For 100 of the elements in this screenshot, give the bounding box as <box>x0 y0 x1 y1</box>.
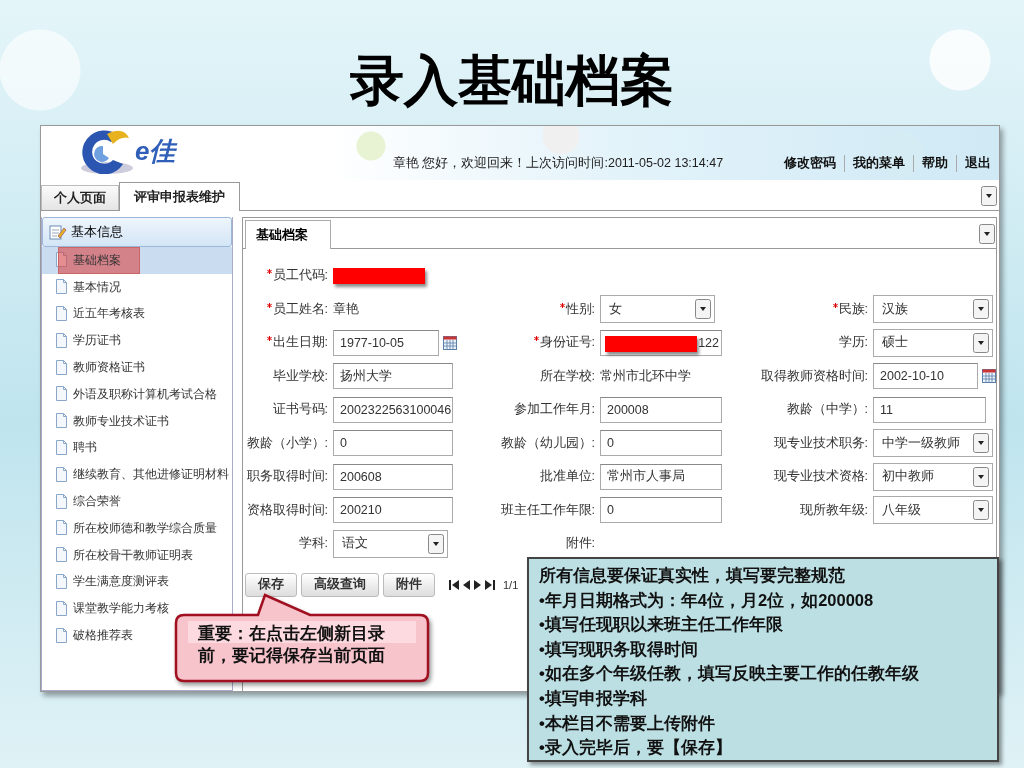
document-icon <box>55 252 68 269</box>
sidebar-header[interactable]: 基本信息 <box>42 217 232 247</box>
notepad-icon <box>49 224 67 240</box>
sidebar-item-text: 教师专业技术证书 <box>73 412 169 430</box>
input-field[interactable]: 200008 <box>600 396 722 423</box>
document-icon <box>55 279 68 296</box>
sidebar-item[interactable]: 外语及职称计算机考试合格 <box>42 381 232 408</box>
field-label: 所在学校: <box>539 367 595 385</box>
welcome-text: 章艳 您好，欢迎回来！上次访问时间:2011-05-02 13:14:47 <box>393 155 725 172</box>
tab[interactable]: 评审申报表维护 <box>119 182 240 211</box>
document-icon <box>55 439 68 456</box>
note-bullet: •填写任现职以来班主任工作年限 <box>539 614 784 636</box>
input-field[interactable]: 0 <box>600 430 722 457</box>
field-label: 现所教年级: <box>799 501 868 519</box>
header-link[interactable]: 帮助 <box>913 155 956 172</box>
first-page-icon[interactable] <box>449 578 459 591</box>
field-label: 证书号码: <box>272 401 328 419</box>
tab[interactable]: 个人页面 <box>41 185 119 210</box>
sidebar-item-text: 基本情况 <box>73 278 121 296</box>
field-label: 员工代码: <box>272 267 328 285</box>
sidebar-item-text: 课堂教学能力考核 <box>73 600 169 618</box>
sidebar-item-text: 学历证书 <box>73 332 121 350</box>
header-link[interactable]: 退出 <box>956 155 999 172</box>
header-link[interactable]: 我的菜单 <box>844 155 913 172</box>
dropdown-value: 汉族 <box>882 300 908 318</box>
dropdown-value: 初中教师 <box>882 468 934 486</box>
sidebar-item[interactable]: 课堂教学能力考核 <box>42 595 232 623</box>
document-icon <box>55 573 68 590</box>
sidebar-item[interactable]: 基础档案 <box>42 247 232 274</box>
sidebar-item[interactable]: 基本情况 <box>42 273 232 301</box>
sidebar-item-text: 所在校骨干教师证明表 <box>73 546 193 564</box>
dropdown-field[interactable]: 八年级 <box>873 496 993 525</box>
sidebar-item-text: 学生满意度测评表 <box>73 573 169 591</box>
sidebar-item[interactable]: 聘书 <box>42 434 232 462</box>
field-label: 学历: <box>838 334 868 352</box>
tab[interactable]: 基础档案 <box>245 220 331 249</box>
input-field[interactable]: 0 <box>600 497 722 524</box>
sidebar-item[interactable]: 学历证书 <box>42 327 232 355</box>
dropdown-field[interactable]: 语文 <box>333 529 448 558</box>
document-icon <box>55 520 68 537</box>
input-field[interactable]: 11 <box>873 396 986 423</box>
document-icon <box>55 386 68 403</box>
date-field[interactable]: 2002-10-10 <box>873 363 978 390</box>
sidebar-item[interactable]: 教师专业技术证书 <box>42 407 232 435</box>
dropdown-field[interactable]: 中学一级教师 <box>873 429 993 458</box>
note-bullet: •填写现职务取得时间 <box>539 638 699 660</box>
dropdown-field[interactable]: 汉族 <box>873 295 993 324</box>
input-field[interactable]: 200210 <box>333 497 453 524</box>
field-value: 章艳 <box>333 300 359 318</box>
field-label: 性别: <box>565 300 595 318</box>
field-label: 教龄（中学）: <box>786 401 868 419</box>
document-icon <box>55 466 68 483</box>
sidebar-item-text: 外语及职称计算机考试合格 <box>73 385 217 403</box>
document-icon <box>55 547 68 564</box>
logo-text: e佳 <box>135 134 176 168</box>
document-icon <box>55 493 68 510</box>
dropdown-field[interactable]: 硕士 <box>873 328 993 357</box>
sidebar-item-text: 所在校师德和教学综合质量 <box>73 519 217 537</box>
date-field[interactable]: 1977-10-05 <box>333 329 439 356</box>
sidebar-item-text: 综合荣誉 <box>73 493 121 511</box>
dropdown-value: 硕士 <box>882 334 908 352</box>
next-page-icon[interactable] <box>473 578 483 591</box>
previous-page-icon[interactable] <box>461 578 471 591</box>
toolbar-button[interactable]: 高级查询 <box>301 572 379 597</box>
toolbar-button[interactable]: 附件 <box>383 572 435 597</box>
page-indicator: 1/1 <box>503 578 519 591</box>
input-field[interactable]: 200608 <box>333 463 453 490</box>
input-field[interactable]: 常州市人事局 <box>600 463 722 490</box>
field-label: 学科: <box>298 535 328 553</box>
dropdown-field[interactable]: 初中教师 <box>873 462 993 491</box>
note-bullet: •录入完毕后，要【保存】 <box>539 737 733 759</box>
field-label: 批准单位: <box>539 468 595 486</box>
sidebar-item[interactable]: 学生满意度测评表 <box>42 568 232 596</box>
last-page-icon[interactable] <box>485 578 495 591</box>
header-link[interactable]: 修改密码 <box>776 155 844 172</box>
sidebar-item-text: 破格推荐表 <box>73 627 133 645</box>
sidebar-item[interactable]: 所在校师德和教学综合质量 <box>42 514 232 542</box>
note-bullet: •年月日期格式为：年4位，月2位，如200008 <box>539 589 875 611</box>
calendar-icon[interactable] <box>443 335 457 350</box>
calendar-icon[interactable] <box>982 369 996 384</box>
toolbar-button[interactable]: 保存 <box>245 572 297 597</box>
note-bullet: •本栏目不需要上传附件 <box>539 712 716 734</box>
sidebar-item[interactable]: 教师资格证书 <box>42 354 232 381</box>
dropdown-value: 语文 <box>342 535 368 553</box>
sidebar-item[interactable]: 所在校骨干教师证明表 <box>42 541 232 569</box>
field-label: 附件: <box>565 535 595 553</box>
input-field[interactable]: 2002322563100046 <box>333 396 453 423</box>
field-value: 常州市北环中学 <box>600 367 691 385</box>
sidebar-item-text: 教师资格证书 <box>73 359 145 377</box>
sidebar-item[interactable]: 综合荣誉 <box>42 488 232 515</box>
sidebar-item[interactable]: 近五年考核表 <box>42 300 232 328</box>
field-label: 教龄（小学）: <box>246 434 328 452</box>
field-label: 取得教师资格时间: <box>760 367 868 385</box>
dropdown-field[interactable]: 女 <box>600 295 715 324</box>
input-field[interactable]: 扬州大学 <box>333 363 453 390</box>
field-label: 民族: <box>838 300 868 318</box>
note-bullet: •填写申报学科 <box>539 687 648 709</box>
input-field[interactable]: 0 <box>333 430 453 457</box>
sidebar-item-text: 近五年考核表 <box>73 305 145 323</box>
sidebar-item[interactable]: 继续教育、其他进修证明材料 <box>42 461 232 489</box>
